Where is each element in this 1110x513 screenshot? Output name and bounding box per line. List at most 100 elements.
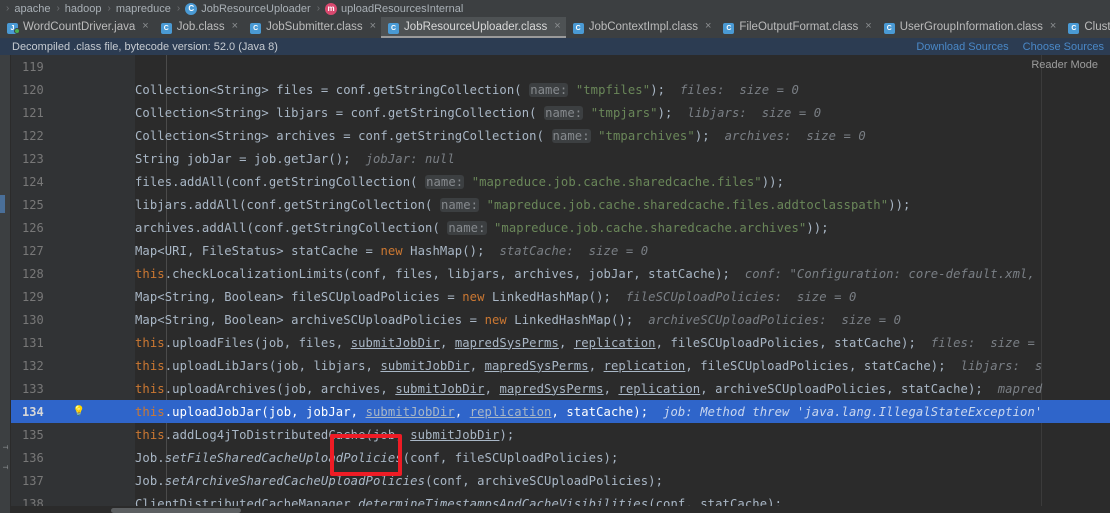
code-line-row[interactable]: 129 Map<String, Boolean> fileSCUploadPoli… [0,285,1110,308]
code-line-row[interactable]: 132 this.uploadLibJars(job, libjars, subm… [0,354,1110,377]
class-file-icon: C [388,21,400,34]
code-line-text: Job.setFileSharedCacheUploadPolicies(con… [135,450,619,465]
code-line-text: Map<URI, FileStatus> statCache = new Has… [135,243,649,258]
editor-tab-jobresourceuploader-class[interactable]: C JobResourceUploader.class × [381,17,566,38]
close-icon[interactable]: × [370,21,376,32]
editor-tab-fileoutputformat-class[interactable]: C FileOutputFormat.class × [716,17,876,38]
class-file-icon: C [250,21,262,34]
breadcrumb-item-hadoop[interactable]: hadoop [63,3,104,15]
editor-tab-label: JobResourceUploader.class [404,20,548,33]
editor-tab-label: Job.class [176,20,225,33]
breadcrumb-item-label: hadoop [64,2,102,15]
editor-tab-label: WordCountDriver.java [23,20,136,33]
class-file-icon: C [572,21,585,34]
code-line-text: Collection<String> libjars = conf.getStr… [135,105,822,120]
close-icon[interactable]: × [554,21,560,32]
code-line-row[interactable]: 130 Map<String, Boolean> archiveSCUploadP… [0,308,1110,331]
code-line-text: archives.addAll(conf.getStringCollection… [135,220,829,235]
code-line-row[interactable]: 131 this.uploadFiles(job, files, submitJo… [0,331,1110,354]
download-sources-link[interactable]: Download Sources [916,41,1008,53]
horizontal-scrollbar-thumb[interactable] [111,508,241,513]
ide-window: › apache › hadoop › mapreduce › C JobResourceUpl… [0,0,1110,513]
line-number: 132 [22,358,44,373]
editor-tab-label: Cluster.class [1084,20,1110,33]
code-line-text: Collection<String> files = conf.getStrin… [135,82,799,97]
class-icon: C [185,2,198,15]
line-number: 128 [22,266,44,281]
code-line-row[interactable]: 133 this.uploadArchives(job, archives, su… [0,377,1110,400]
java-file-icon: J [7,21,20,34]
horizontal-scrollbar-track[interactable] [11,506,1110,513]
line-number: 137 [22,473,44,488]
breadcrumb-separator: › [107,3,111,14]
code-line-text: Map<String, Boolean> fileSCUploadPolicie… [135,289,857,304]
line-number: 123 [22,151,44,166]
run-badge-icon [14,27,20,34]
code-line-row[interactable]: 120 Collection<String> files = conf.getSt… [0,78,1110,101]
code-line-row[interactable]: 123 String jobJar = job.getJar(); jobJar:… [0,147,1110,170]
code-line-row[interactable]: 134 💡 this.uploadJobJar(job, jobJar, submi… [0,400,1110,423]
line-number: 131 [22,335,44,350]
breadcrumb-separator: › [176,3,181,14]
line-number: 130 [22,312,44,327]
code-line-text: libjars.addAll(conf.getStringCollection(… [135,197,911,212]
line-number: 133 [22,381,44,396]
breadcrumb-item-jobresourceuploader[interactable]: C JobResourceUploader [183,2,312,15]
code-line-text: Collection<String> archives = conf.getSt… [135,128,866,143]
breadcrumb-separator: › [6,3,10,14]
line-number: 125 [22,197,44,212]
breadcrumb-separator: › [316,3,321,14]
code-line-row[interactable]: 121 Collection<String> libjars = conf.get… [0,101,1110,124]
code-line-row[interactable]: 137 Job.setArchiveSharedCacheUploadPolici… [0,469,1110,492]
code-line-row[interactable]: 124 files.addAll(conf.getStringCollection… [0,170,1110,193]
intention-bulb-icon[interactable]: 💡 [72,405,86,419]
code-line-row[interactable]: 126 archives.addAll(conf.getStringCollect… [0,216,1110,239]
breadcrumb-item-apache[interactable]: apache [12,3,52,15]
editor-tab-jobsubmitter-class[interactable]: C JobSubmitter.class × [243,17,381,38]
code-line-text: String jobJar = job.getJar(); jobJar: nu… [135,151,455,166]
code-editor[interactable]: T T Reader Mode 119 120 Collection<String>… [0,55,1110,513]
editor-tab-jobcontextimpl-class[interactable]: C JobContextImpl.class × [566,17,717,38]
close-icon[interactable]: × [865,21,871,32]
breadcrumb-item-label: JobResourceUploader [201,2,311,15]
editor-tab-wordcountdriver-java[interactable]: J WordCountDriver.java × [0,17,154,38]
code-line-row[interactable]: 128 this.checkLocalizationLimits(conf, fi… [0,262,1110,285]
close-icon[interactable]: × [142,21,148,32]
breadcrumb-separator: › [56,3,60,14]
editor-tab-label: UserGroupInformation.class [899,20,1043,33]
code-line-row[interactable]: 136 Job.setFileSharedCacheUploadPolicies(… [0,446,1110,469]
code-line-row[interactable]: 119 [0,55,1110,78]
line-number: 122 [22,128,44,143]
line-number: 134 [22,404,44,419]
code-line-row[interactable]: 135 this.addLog4jToDistributedCache(job, … [0,423,1110,446]
choose-sources-link[interactable]: Choose Sources [1023,41,1104,53]
class-file-icon: C [883,21,896,34]
line-number: 121 [22,105,44,120]
decompiled-notification-bar: Decompiled .class file, bytecode version… [0,38,1110,55]
breadcrumb-item-mapreduce[interactable]: mapreduce [114,3,173,15]
breadcrumb-item-label: uploadResourcesInternal [341,2,464,15]
close-icon[interactable]: × [232,21,238,32]
line-number: 120 [22,82,44,97]
code-line-row[interactable]: 127 Map<URI, FileStatus> statCache = new … [0,239,1110,262]
editor-tab-label: JobContextImpl.class [588,20,698,33]
line-number: 124 [22,174,44,189]
breadcrumb-item-label: mapreduce [115,2,171,15]
breadcrumb-item-uploadresourcesinternal[interactable]: m uploadResourcesInternal [323,2,465,15]
editor-tab-cluster-class[interactable]: CCluster.class× [1061,17,1110,38]
code-line-text: this.uploadFiles(job, files, submitJobDi… [135,335,1035,350]
editor-tab-bar: J WordCountDriver.java × C Job.class × C JobSub… [0,17,1110,38]
class-file-icon: C [1068,21,1080,34]
code-line-row[interactable]: 122 Collection<String> archives = conf.ge… [0,124,1110,147]
method-icon: m [325,2,338,15]
close-icon[interactable]: × [705,21,711,32]
code-line-text: Map<String, Boolean> archiveSCUploadPoli… [135,312,902,327]
code-line-text: files.addAll(conf.getStringCollection( n… [135,174,785,189]
class-file-icon: C [723,21,735,34]
editor-tab-usergroupinformation-class[interactable]: C UserGroupInformation.class × [877,17,1062,38]
breadcrumb: › apache › hadoop › mapreduce › C JobResourceUpl… [0,0,1110,17]
breadcrumb-item-label: apache [14,2,51,15]
code-line-row[interactable]: 125 libjars.addAll(conf.getStringCollecti… [0,193,1110,216]
editor-tab-job-class[interactable]: C Job.class × [154,17,243,38]
close-icon[interactable]: × [1050,21,1056,32]
